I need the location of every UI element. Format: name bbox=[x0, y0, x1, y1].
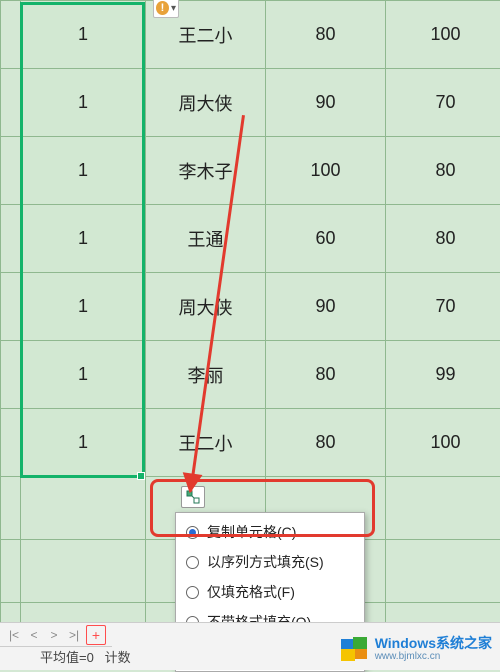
status-count: 计数 bbox=[105, 650, 131, 665]
menu-item-label: 复制单元格(C) bbox=[207, 522, 296, 542]
row-edge bbox=[1, 1, 21, 69]
status-average: 平均值=0 bbox=[40, 650, 94, 665]
cell[interactable]: 100 bbox=[386, 1, 500, 69]
cell[interactable]: 80 bbox=[266, 1, 386, 69]
cell[interactable] bbox=[386, 540, 500, 603]
cell[interactable]: 90 bbox=[266, 69, 386, 137]
table-row: 1王通6080 bbox=[1, 205, 500, 273]
cell[interactable]: 100 bbox=[266, 137, 386, 205]
windows-logo-icon bbox=[341, 637, 369, 661]
row-edge bbox=[1, 273, 21, 341]
menu-item-label: 以序列方式填充(S) bbox=[207, 552, 324, 572]
cell[interactable]: 李丽 bbox=[146, 341, 266, 409]
autofill-options-button[interactable] bbox=[181, 486, 205, 508]
cell[interactable]: 100 bbox=[386, 409, 500, 477]
sheet-tab-nav: |< < > >| + bbox=[0, 623, 112, 647]
menu-item-label: 仅填充格式(F) bbox=[207, 582, 295, 602]
cell[interactable]: 70 bbox=[386, 69, 500, 137]
error-indicator-dropdown[interactable]: ! ▾ bbox=[153, 0, 179, 18]
tab-nav-next[interactable]: > bbox=[46, 627, 62, 643]
cell[interactable]: 80 bbox=[386, 205, 500, 273]
cell[interactable] bbox=[1, 540, 21, 603]
table-row: 1王二小80100 bbox=[1, 409, 500, 477]
cell[interactable]: 1 bbox=[21, 69, 146, 137]
autofill-icon bbox=[186, 490, 200, 504]
watermark: Windows系统之家 www.bjmlxc.cn bbox=[341, 636, 492, 662]
radio-icon bbox=[186, 586, 199, 599]
cell[interactable]: 80 bbox=[386, 137, 500, 205]
table-row: 1周大侠9070 bbox=[1, 69, 500, 137]
chevron-down-icon: ▾ bbox=[171, 3, 176, 14]
cell[interactable]: 1 bbox=[21, 137, 146, 205]
cell[interactable]: 1 bbox=[21, 409, 146, 477]
tab-nav-first[interactable]: |< bbox=[6, 627, 22, 643]
cell[interactable]: 80 bbox=[266, 409, 386, 477]
cell[interactable] bbox=[21, 477, 146, 540]
table-row: 1王二小80100 bbox=[1, 1, 500, 69]
autofill-menu-item[interactable]: 复制单元格(C) bbox=[176, 517, 364, 547]
autofill-menu-item[interactable]: 以序列方式填充(S) bbox=[176, 547, 364, 577]
cell[interactable]: 60 bbox=[266, 205, 386, 273]
tab-nav-last[interactable]: >| bbox=[66, 627, 82, 643]
row-edge bbox=[1, 409, 21, 477]
row-edge bbox=[1, 205, 21, 273]
cell[interactable]: 1 bbox=[21, 1, 146, 69]
status-text: 平均值=0 计数 bbox=[40, 647, 131, 666]
cell[interactable]: 1 bbox=[21, 273, 146, 341]
table-row: 1周大侠9070 bbox=[1, 273, 500, 341]
watermark-title: Windows系统之家 bbox=[375, 636, 492, 651]
bottom-bar: |< < > >| + 平均值=0 计数 Windows系统之家 www.bjm… bbox=[0, 622, 500, 670]
cell[interactable] bbox=[386, 477, 500, 540]
radio-icon bbox=[186, 556, 199, 569]
table-row: 1李木子10080 bbox=[1, 137, 500, 205]
cell[interactable]: 周大侠 bbox=[146, 69, 266, 137]
cell[interactable]: 70 bbox=[386, 273, 500, 341]
cell[interactable]: 1 bbox=[21, 205, 146, 273]
warning-icon: ! bbox=[156, 1, 169, 15]
autofill-menu-item[interactable]: 仅填充格式(F) bbox=[176, 577, 364, 607]
row-edge bbox=[1, 69, 21, 137]
radio-icon bbox=[186, 526, 199, 539]
watermark-url: www.bjmlxc.cn bbox=[375, 651, 492, 662]
cell[interactable]: 王通 bbox=[146, 205, 266, 273]
cell[interactable]: 王二小 bbox=[146, 409, 266, 477]
row-edge bbox=[1, 137, 21, 205]
cell[interactable]: 90 bbox=[266, 273, 386, 341]
cell[interactable]: 1 bbox=[21, 341, 146, 409]
cell[interactable]: 99 bbox=[386, 341, 500, 409]
cell[interactable] bbox=[21, 540, 146, 603]
cell[interactable]: 80 bbox=[266, 341, 386, 409]
fill-handle[interactable] bbox=[137, 472, 145, 480]
cell[interactable]: 李木子 bbox=[146, 137, 266, 205]
row-edge bbox=[1, 341, 21, 409]
add-sheet-button[interactable]: + bbox=[86, 625, 106, 645]
spreadsheet-area: 1王二小801001周大侠90701李木子100801王通60801周大侠907… bbox=[0, 0, 500, 670]
cell[interactable] bbox=[1, 477, 21, 540]
cell[interactable]: 周大侠 bbox=[146, 273, 266, 341]
table-row: 1李丽8099 bbox=[1, 341, 500, 409]
tab-nav-prev[interactable]: < bbox=[26, 627, 42, 643]
